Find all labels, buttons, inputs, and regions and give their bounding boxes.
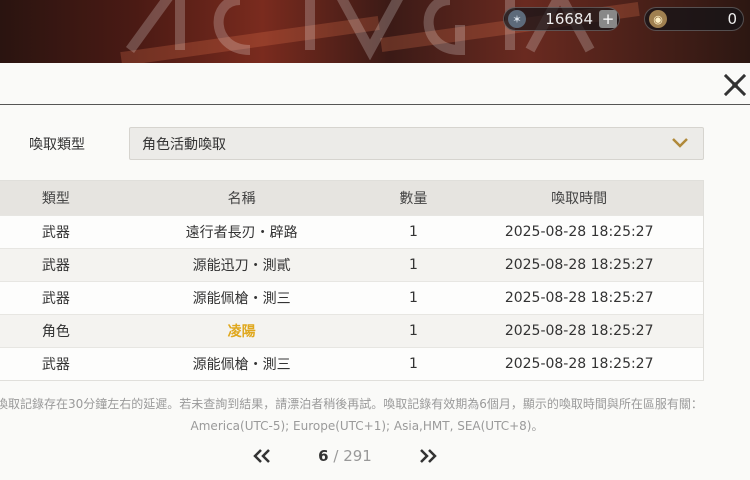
cell-qty: 1 (408, 323, 418, 339)
header-time: 喚取時間 (551, 191, 608, 207)
timezone-notice: America(UTC-5); Europe(UTC+1); Asia,HMT,… (190, 419, 544, 433)
cell-name: 源能佩槍・測三 (192, 291, 291, 307)
current-page: 6 (318, 447, 329, 465)
top-banner: ✶ 16684 + ◉ 0 (0, 0, 750, 63)
double-chevron-left-icon (253, 449, 270, 463)
cell-type: 武器 (41, 225, 70, 241)
table-row: 角色 凌陽 1 2025-08-28 18:25:27 (0, 314, 703, 347)
total-pages: 291 (343, 447, 372, 465)
delay-notice: 喚取記錄存在30分鐘左右的延遲。若未查詢到結果，請漂泊者稍後再試。喚取記錄有效期… (0, 397, 703, 411)
header-name: 名稱 (227, 191, 256, 207)
cell-time: 2025-08-28 18:25:27 (504, 290, 654, 306)
cell-type: 角色 (41, 324, 70, 340)
cell-time: 2025-08-28 18:25:27 (504, 257, 654, 273)
header-qty: 數量 (399, 191, 428, 207)
cell-name-highlight: 凌陽 (227, 324, 256, 340)
prev-page-button[interactable] (250, 444, 274, 468)
star-crystal-icon: ✶ (508, 10, 526, 28)
gems-value: 16684 (545, 10, 593, 28)
cell-time: 2025-08-28 18:25:27 (504, 356, 654, 372)
pull-type-select[interactable]: 角色活動喚取 (129, 127, 704, 160)
cell-name: 源能迅刀・測貳 (192, 258, 291, 274)
close-icon (723, 73, 747, 97)
cell-qty: 1 (408, 290, 418, 306)
header-type: 類型 (41, 191, 70, 207)
cell-name: 遠行者長刃・辟路 (185, 225, 298, 241)
panel-divider (0, 104, 750, 105)
double-chevron-right-icon (420, 449, 437, 463)
pull-history-table: 類型 名稱 數量 喚取時間 武器 遠行者長刃・辟路 1 2025-08-28 1… (0, 180, 704, 381)
coins-counter: ◉ 0 (644, 7, 744, 31)
cell-type: 武器 (41, 357, 70, 373)
table-row: 武器 源能佩槍・測三 1 2025-08-28 18:25:27 (0, 347, 703, 380)
banner-artwork (110, 0, 710, 63)
coin-icon: ◉ (649, 10, 667, 28)
close-button[interactable] (722, 72, 748, 98)
cell-qty: 1 (408, 356, 418, 372)
cell-type: 武器 (41, 258, 70, 274)
next-page-button[interactable] (416, 444, 440, 468)
pagination: 6 / 291 (250, 444, 440, 468)
cell-time: 2025-08-28 18:25:27 (504, 224, 654, 240)
table-row: 武器 源能迅刀・測貳 1 2025-08-28 18:25:27 (0, 248, 703, 281)
cell-type: 武器 (41, 291, 70, 307)
cell-qty: 1 (408, 224, 418, 240)
table-row: 武器 遠行者長刃・辟路 1 2025-08-28 18:25:27 (0, 215, 703, 248)
cell-qty: 1 (408, 257, 418, 273)
chevron-down-icon (672, 138, 688, 148)
coins-value: 0 (727, 10, 737, 28)
cell-name: 源能佩槍・測三 (192, 357, 291, 373)
table-body: 武器 遠行者長刃・辟路 1 2025-08-28 18:25:27 武器 源能迅… (0, 215, 703, 380)
table-header: 類型 名稱 數量 喚取時間 (0, 181, 703, 215)
page-separator: / (328, 447, 344, 465)
gems-counter: ✶ 16684 + (503, 7, 620, 31)
filter-label: 喚取類型 (29, 137, 85, 153)
pull-type-selected: 角色活動喚取 (142, 136, 226, 153)
cell-time: 2025-08-28 18:25:27 (504, 323, 654, 339)
page-indicator: 6 / 291 (274, 447, 416, 465)
table-row: 武器 源能佩槍・測三 1 2025-08-28 18:25:27 (0, 281, 703, 314)
add-gems-button[interactable]: + (599, 10, 617, 28)
